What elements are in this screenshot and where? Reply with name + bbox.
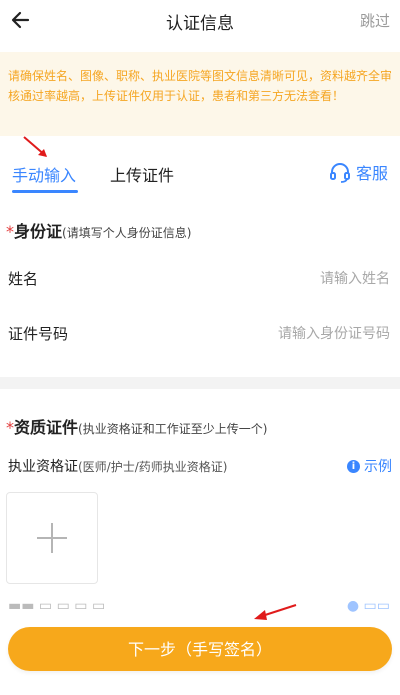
id-number-field-row: 证件号码 [0, 319, 400, 347]
page-title: 认证信息 [166, 14, 234, 34]
tab-upload-certificate[interactable]: 上传证件 [110, 162, 174, 186]
license-upload-box[interactable] [6, 492, 98, 584]
license-sublabel: (医师/护士/药师执业资格证) [78, 460, 228, 474]
license-label: 执业资格证(医师/护士/药师执业资格证) [8, 459, 228, 475]
required-star-icon: * [6, 418, 14, 437]
qualification-section-hint: (执业资格证和工作证至少上传一个) [78, 422, 268, 436]
customer-service-button[interactable]: 客服 [328, 159, 388, 185]
id-number-label: 证件号码 [8, 325, 69, 343]
skip-button[interactable]: 跳过 [360, 10, 390, 31]
info-icon: i [347, 459, 360, 473]
qualification-section-title: *资质证件(执业资格证和工作证至少上传一个) [6, 418, 268, 437]
section-divider [0, 377, 400, 389]
annotation-arrow-icon [23, 136, 47, 157]
customer-service-label: 客服 [355, 164, 388, 183]
license-row: 执业资格证(医师/护士/药师执业资格证) i 示例 [0, 452, 400, 476]
annotation-arrow-icon [254, 604, 297, 620]
notice-banner: 请确保姓名、图像、职称、执业医院等图文信息清晰可见，资料越齐全审核通过率越高，上… [0, 52, 400, 136]
name-input[interactable] [138, 266, 392, 292]
id-section-hint: (请填写个人身份证信息) [62, 226, 192, 240]
tab-bar: 手动输入 上传证件 客服 [0, 150, 400, 196]
headset-icon [329, 163, 350, 183]
id-section-title: *身份证(请填写个人身份证信息) [6, 222, 192, 241]
next-step-button[interactable]: 下一步（手写签名） [8, 627, 392, 671]
navbar: 认证信息 跳过 [0, 0, 400, 44]
work-permit-row-partial: ▬▬ ▭ ▭ ▭ ▭ ● ▭▭ [8, 598, 390, 612]
tab-active-indicator [12, 190, 78, 193]
name-label: 姓名 [8, 270, 39, 288]
id-number-input[interactable] [138, 321, 392, 347]
notice-text: 请确保姓名、图像、职称、执业医院等图文信息清晰可见，资料越齐全审核通过率越高，上… [8, 69, 393, 103]
example-label: 示例 [364, 459, 392, 475]
example-link[interactable]: i 示例 [347, 456, 392, 476]
name-field-row: 姓名 [0, 264, 400, 292]
required-star-icon: * [6, 222, 14, 241]
